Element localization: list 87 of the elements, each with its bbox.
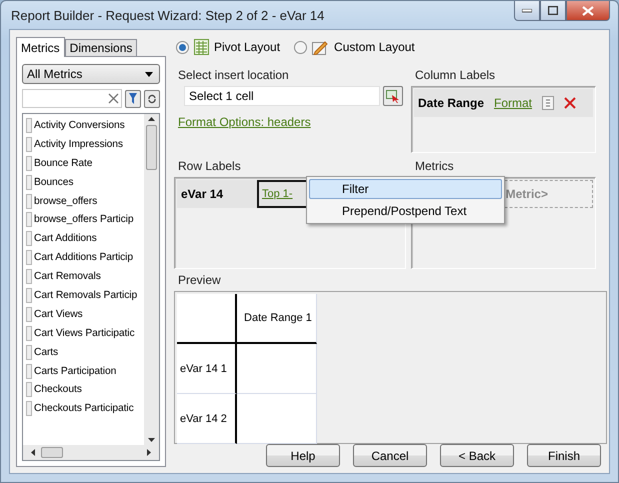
minimize-icon bbox=[522, 8, 532, 12]
metric-icon bbox=[26, 326, 32, 341]
metric-icon bbox=[26, 344, 32, 360]
location-field[interactable]: Select 1 cell bbox=[184, 86, 380, 106]
close-icon bbox=[582, 6, 594, 16]
section-label: Column Labels bbox=[414, 67, 496, 84]
maximize-button[interactable] bbox=[540, 1, 566, 21]
layout-radio[interactable]: Custom Layout bbox=[294, 39, 415, 55]
tab[interactable]: Dimensions bbox=[64, 39, 138, 56]
section-label: Select insert location bbox=[177, 67, 290, 84]
list-item[interactable]: Cart Additions Particip bbox=[34, 252, 133, 264]
metric-icon bbox=[26, 401, 32, 416]
metric-icon bbox=[26, 156, 32, 171]
section-label: Preview bbox=[177, 272, 222, 289]
dialog-button[interactable]: Finish bbox=[527, 444, 601, 467]
tab[interactable]: Metrics bbox=[16, 37, 65, 57]
section-label: Metrics bbox=[414, 158, 455, 175]
close-button[interactable] bbox=[566, 1, 610, 21]
scroll-left-icon[interactable] bbox=[31, 449, 35, 456]
row-header: eVar 14 1 bbox=[177, 344, 237, 394]
radio-button[interactable] bbox=[294, 40, 308, 54]
table-header: Date Range 1 bbox=[237, 294, 317, 344]
section-label: Row Labels bbox=[177, 158, 242, 175]
vertical-scrollbar[interactable] bbox=[144, 114, 159, 445]
metric-icon bbox=[26, 174, 32, 190]
metric-icon bbox=[26, 212, 32, 228]
metric-icon bbox=[26, 231, 32, 246]
list-item[interactable]: Bounces bbox=[34, 176, 74, 188]
dialog-button[interactable]: Cancel bbox=[353, 444, 427, 467]
list-item[interactable]: Checkouts Participatic bbox=[34, 403, 134, 414]
maximize-icon bbox=[548, 6, 558, 15]
list-item[interactable]: Cart Additions bbox=[34, 233, 97, 244]
cell-picker-button[interactable] bbox=[383, 86, 403, 106]
list-item[interactable]: Cart Removals bbox=[34, 271, 101, 282]
settings-icon[interactable] bbox=[542, 96, 554, 110]
clear-icon[interactable] bbox=[108, 93, 119, 104]
scroll-thumb[interactable] bbox=[41, 447, 63, 458]
dimension-name: eVar 14 bbox=[181, 187, 224, 201]
dialog-button[interactable]: Help bbox=[266, 444, 340, 467]
dialog-button[interactable]: < Back bbox=[440, 444, 514, 467]
metric-icon bbox=[26, 382, 32, 398]
list-item[interactable]: Carts Participation bbox=[34, 366, 116, 377]
horizontal-scrollbar[interactable] bbox=[23, 445, 159, 460]
metrics-dropdown[interactable]: All Metrics bbox=[22, 64, 160, 84]
metric-icon bbox=[26, 250, 32, 266]
delete-icon[interactable] bbox=[564, 97, 576, 109]
search-field[interactable] bbox=[22, 89, 122, 108]
list-item[interactable]: Cart Removals Particip bbox=[34, 290, 138, 301]
pencil-icon bbox=[312, 39, 330, 55]
minimize-button[interactable] bbox=[514, 1, 540, 21]
metric-icon bbox=[26, 306, 32, 322]
metric-icon bbox=[26, 118, 32, 133]
list-item[interactable]: Activity Impressions bbox=[34, 138, 123, 150]
dropdown-arrow-icon bbox=[145, 72, 153, 76]
dimension-name: Date Range bbox=[418, 96, 484, 110]
layout-radio[interactable]: Pivot Layout bbox=[176, 39, 280, 55]
scroll-down-icon[interactable] bbox=[148, 438, 155, 442]
metric-icon bbox=[26, 136, 32, 152]
list-item[interactable]: Activity Conversions bbox=[34, 120, 125, 131]
scroll-up-icon[interactable] bbox=[148, 117, 155, 121]
grid-icon bbox=[194, 39, 209, 55]
list-item[interactable]: Checkouts bbox=[34, 384, 82, 396]
cell-cursor-icon bbox=[386, 90, 400, 102]
metric-icon bbox=[26, 269, 32, 284]
refresh-icon bbox=[147, 94, 157, 104]
row-header: eVar 14 2 bbox=[177, 394, 237, 444]
list-item[interactable]: browse_offers Particip bbox=[34, 214, 134, 226]
format-options-link[interactable]: Format Options: headers bbox=[178, 115, 311, 129]
list-item[interactable]: Carts bbox=[34, 346, 58, 358]
menu-item[interactable]: Filter bbox=[309, 179, 502, 199]
metric-icon bbox=[26, 364, 32, 379]
filter-button[interactable] bbox=[125, 90, 141, 108]
refresh-button[interactable] bbox=[144, 90, 160, 108]
radio-button[interactable] bbox=[176, 40, 189, 54]
list-item[interactable]: Cart Views bbox=[34, 308, 83, 320]
list-item[interactable]: Cart Views Participatic bbox=[34, 328, 135, 339]
scroll-thumb[interactable] bbox=[146, 125, 157, 170]
dimension-chip[interactable]: Date Range Format bbox=[414, 89, 593, 117]
list-item[interactable]: browse_offers bbox=[34, 196, 98, 206]
format-link[interactable]: Format bbox=[494, 96, 532, 110]
table-cell bbox=[177, 294, 237, 344]
metric-icon bbox=[26, 194, 32, 208]
window-title: Report Builder - Request Wizard: Step 2 of 2 - eVar 14 bbox=[11, 8, 324, 22]
metric-icon bbox=[26, 288, 32, 303]
scroll-right-icon[interactable] bbox=[147, 449, 151, 456]
filter-icon bbox=[129, 93, 137, 104]
list-item[interactable]: Bounce Rate bbox=[34, 158, 92, 169]
